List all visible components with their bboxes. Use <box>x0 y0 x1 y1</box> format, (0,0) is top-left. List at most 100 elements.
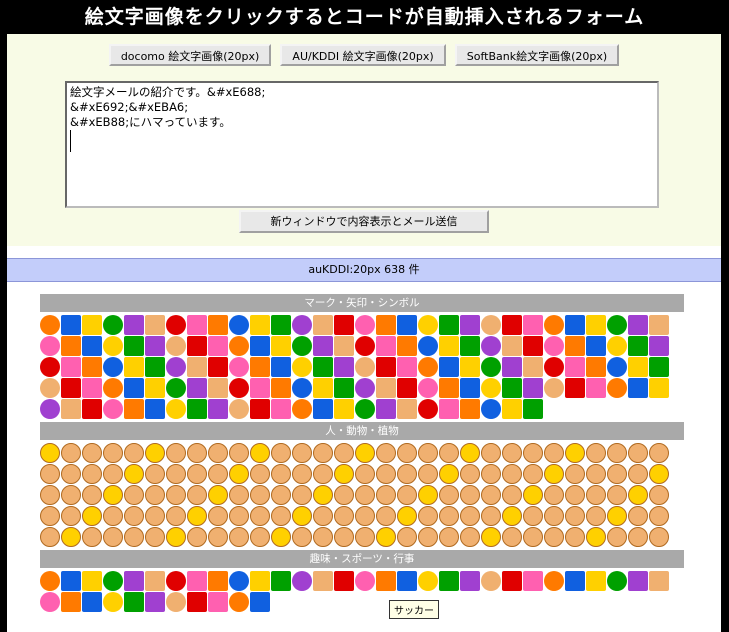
emoji-icon[interactable] <box>82 592 102 612</box>
emoji-icon[interactable] <box>82 506 102 526</box>
emoji-icon[interactable] <box>607 485 627 505</box>
emoji-icon[interactable] <box>292 571 312 591</box>
emoji-icon[interactable] <box>292 357 312 377</box>
emoji-icon[interactable] <box>103 378 123 398</box>
emoji-icon[interactable] <box>313 336 333 356</box>
emoji-icon[interactable] <box>313 464 333 484</box>
emoji-icon[interactable] <box>250 592 270 612</box>
emoji-icon[interactable] <box>229 485 249 505</box>
emoji-icon[interactable] <box>103 506 123 526</box>
emoji-icon[interactable] <box>124 527 144 547</box>
emoji-icon[interactable] <box>418 485 438 505</box>
emoji-icon[interactable] <box>103 464 123 484</box>
emoji-icon[interactable] <box>145 399 165 419</box>
emoji-icon[interactable] <box>523 527 543 547</box>
emoji-icon[interactable] <box>397 315 417 335</box>
emoji-icon[interactable] <box>145 378 165 398</box>
emoji-icon[interactable] <box>40 336 60 356</box>
emoji-icon[interactable] <box>40 464 60 484</box>
emoji-icon[interactable] <box>82 357 102 377</box>
emoji-icon[interactable] <box>460 527 480 547</box>
emoji-icon[interactable] <box>418 571 438 591</box>
emoji-icon[interactable] <box>187 464 207 484</box>
emoji-icon[interactable] <box>250 378 270 398</box>
emoji-icon[interactable] <box>607 378 627 398</box>
emoji-icon[interactable] <box>649 315 669 335</box>
emoji-icon[interactable] <box>418 464 438 484</box>
emoji-icon[interactable] <box>565 506 585 526</box>
emoji-icon[interactable] <box>523 571 543 591</box>
emoji-icon[interactable] <box>649 571 669 591</box>
emoji-icon[interactable] <box>124 357 144 377</box>
emoji-icon[interactable] <box>61 464 81 484</box>
emoji-icon[interactable] <box>208 315 228 335</box>
emoji-icon[interactable] <box>607 506 627 526</box>
emoji-icon[interactable] <box>334 315 354 335</box>
emoji-icon[interactable] <box>523 443 543 463</box>
emoji-icon[interactable] <box>649 378 669 398</box>
emoji-icon[interactable] <box>502 485 522 505</box>
emoji-icon[interactable] <box>145 485 165 505</box>
emoji-icon[interactable] <box>145 464 165 484</box>
emoji-icon[interactable] <box>187 592 207 612</box>
emoji-icon[interactable] <box>439 315 459 335</box>
emoji-icon[interactable] <box>355 378 375 398</box>
emoji-icon[interactable] <box>628 336 648 356</box>
emoji-icon[interactable] <box>250 485 270 505</box>
emoji-icon[interactable] <box>607 443 627 463</box>
emoji-icon[interactable] <box>250 357 270 377</box>
emoji-icon[interactable] <box>334 443 354 463</box>
emoji-icon[interactable] <box>40 399 60 419</box>
emoji-icon[interactable] <box>166 336 186 356</box>
tab-docomo[interactable]: docomo 絵文字画像(20px) <box>108 44 272 66</box>
emoji-icon[interactable] <box>292 336 312 356</box>
emoji-icon[interactable] <box>502 357 522 377</box>
emoji-icon[interactable] <box>313 527 333 547</box>
emoji-icon[interactable] <box>61 485 81 505</box>
emoji-icon[interactable] <box>397 571 417 591</box>
emoji-icon[interactable] <box>166 485 186 505</box>
emoji-icon[interactable] <box>61 357 81 377</box>
emoji-icon[interactable] <box>187 506 207 526</box>
emoji-icon[interactable] <box>103 357 123 377</box>
emoji-icon[interactable] <box>376 527 396 547</box>
emoji-icon[interactable] <box>82 443 102 463</box>
emoji-icon[interactable] <box>124 399 144 419</box>
emoji-icon[interactable] <box>40 485 60 505</box>
emoji-icon[interactable] <box>61 399 81 419</box>
emoji-icon[interactable] <box>229 443 249 463</box>
emoji-icon[interactable] <box>460 315 480 335</box>
emoji-icon[interactable] <box>334 506 354 526</box>
emoji-icon[interactable] <box>271 443 291 463</box>
emoji-icon[interactable] <box>313 399 333 419</box>
emoji-icon[interactable] <box>103 315 123 335</box>
emoji-icon[interactable] <box>628 315 648 335</box>
emoji-icon[interactable] <box>271 464 291 484</box>
emoji-icon[interactable] <box>523 315 543 335</box>
emoji-icon[interactable] <box>502 464 522 484</box>
emoji-icon[interactable] <box>649 336 669 356</box>
emoji-icon[interactable] <box>40 592 60 612</box>
emoji-icon[interactable] <box>355 357 375 377</box>
emoji-icon[interactable] <box>124 336 144 356</box>
emoji-icon[interactable] <box>355 336 375 356</box>
emoji-icon[interactable] <box>82 378 102 398</box>
emoji-icon[interactable] <box>418 357 438 377</box>
emoji-icon[interactable] <box>439 571 459 591</box>
emoji-icon[interactable] <box>439 485 459 505</box>
emoji-icon[interactable] <box>460 464 480 484</box>
emoji-icon[interactable] <box>481 315 501 335</box>
emoji-icon[interactable] <box>166 443 186 463</box>
emoji-icon[interactable] <box>313 485 333 505</box>
emoji-icon[interactable] <box>418 399 438 419</box>
emoji-icon[interactable] <box>586 464 606 484</box>
emoji-icon[interactable] <box>460 443 480 463</box>
emoji-icon[interactable] <box>628 485 648 505</box>
emoji-icon[interactable] <box>82 485 102 505</box>
emoji-icon[interactable] <box>460 357 480 377</box>
emoji-icon[interactable] <box>187 527 207 547</box>
emoji-icon[interactable] <box>250 527 270 547</box>
emoji-icon[interactable] <box>544 506 564 526</box>
emoji-icon[interactable] <box>544 443 564 463</box>
emoji-icon[interactable] <box>208 357 228 377</box>
